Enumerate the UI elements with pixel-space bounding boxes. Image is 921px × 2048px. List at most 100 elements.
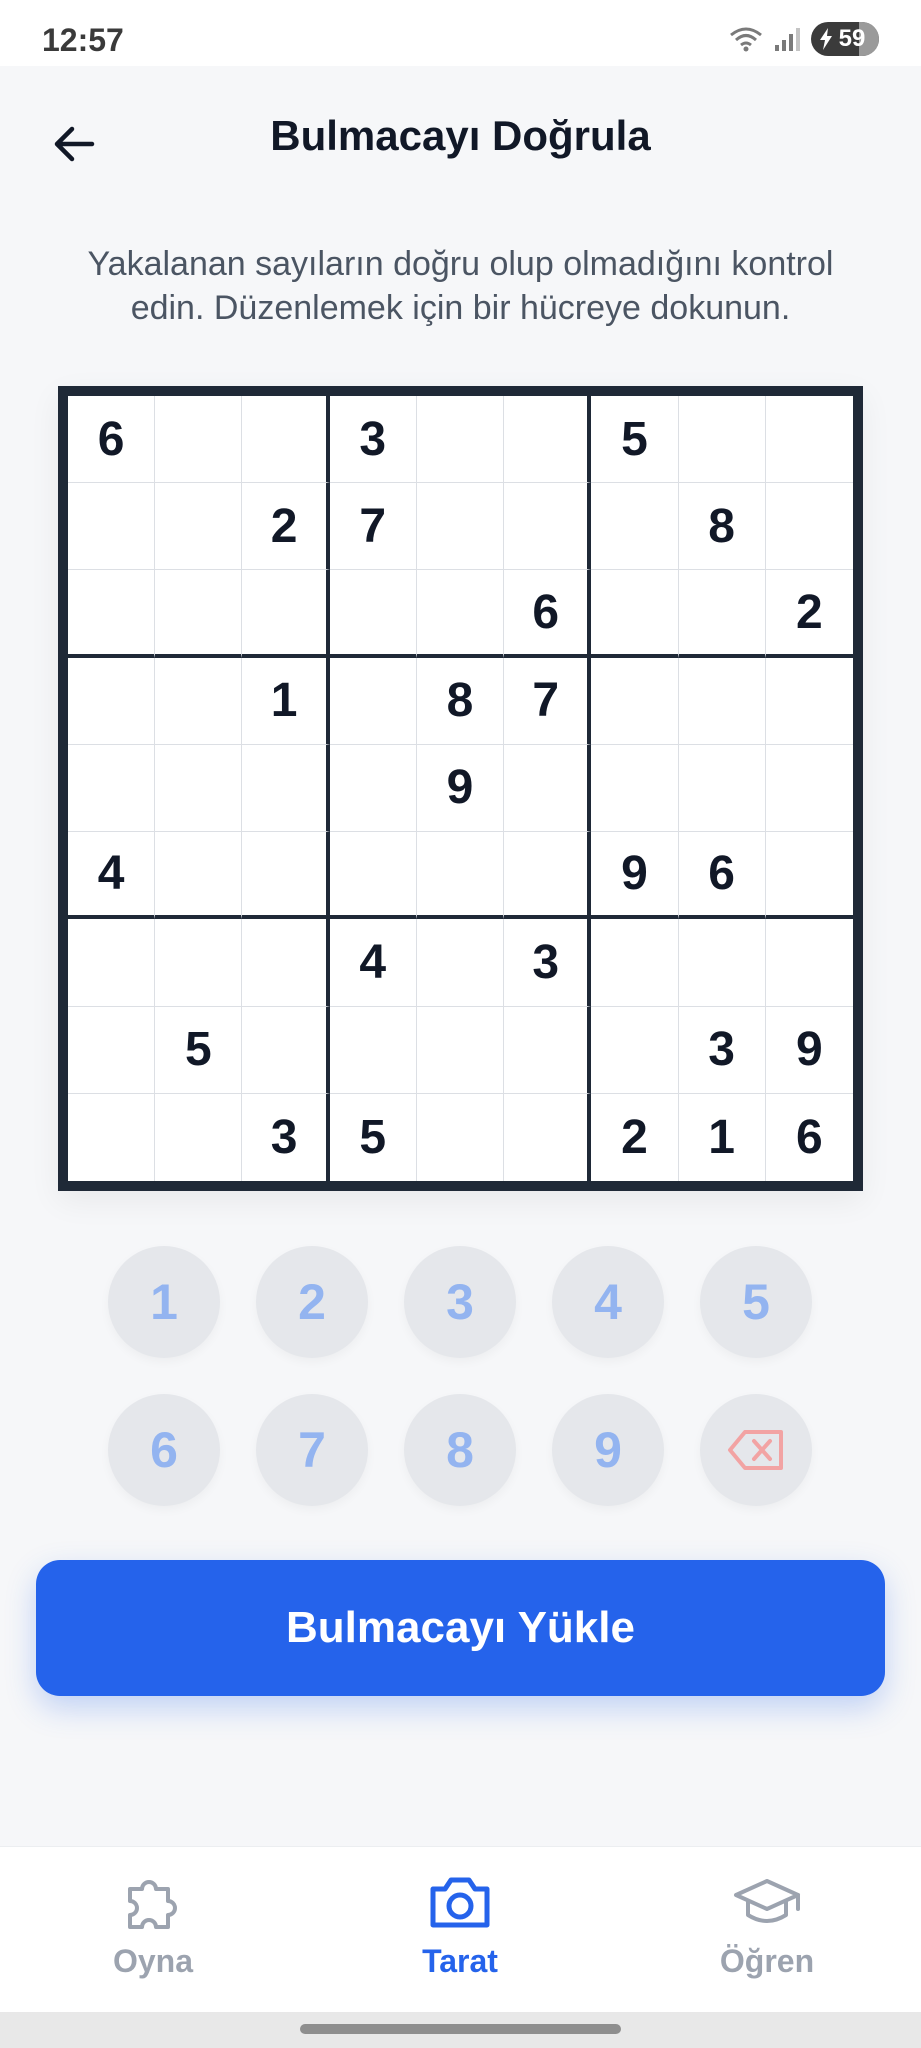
digit-key-6[interactable]: 6	[108, 1394, 220, 1506]
sudoku-cell[interactable]	[765, 483, 853, 571]
nav-label-play: Oyna	[112, 1943, 194, 1979]
sudoku-cell[interactable]	[678, 744, 766, 833]
sudoku-cell[interactable]: 3	[678, 1006, 766, 1094]
sudoku-cell[interactable]	[242, 570, 330, 658]
sudoku-cell[interactable]	[504, 483, 592, 571]
sudoku-cell[interactable]	[68, 1093, 156, 1181]
sudoku-cell[interactable]	[242, 1006, 330, 1094]
sudoku-cell[interactable]	[416, 832, 505, 920]
sudoku-cell[interactable]: 4	[329, 919, 417, 1007]
digit-key-8[interactable]: 8	[404, 1394, 516, 1506]
sudoku-cell[interactable]	[155, 832, 243, 920]
sudoku-cell[interactable]	[155, 396, 243, 484]
sudoku-cell[interactable]	[504, 832, 592, 920]
sudoku-cell[interactable]: 6	[504, 570, 592, 658]
sudoku-cell[interactable]: 3	[242, 1093, 330, 1181]
sudoku-cell[interactable]: 5	[155, 1006, 243, 1094]
sudoku-cell[interactable]	[242, 919, 330, 1007]
digit-key-4[interactable]: 4	[552, 1246, 664, 1358]
sudoku-cell[interactable]	[678, 919, 766, 1007]
sudoku-cell[interactable]	[242, 832, 330, 920]
sudoku-cell[interactable]: 5	[330, 1093, 417, 1181]
sudoku-cell[interactable]	[765, 919, 853, 1007]
sudoku-cell[interactable]	[591, 1006, 679, 1094]
sudoku-cell[interactable]	[416, 570, 505, 658]
nav-label-scan: Tarat	[422, 1943, 498, 1979]
sudoku-cell[interactable]: 4	[68, 832, 156, 920]
sudoku-cell[interactable]	[504, 396, 592, 484]
sudoku-cell[interactable]: 7	[504, 657, 592, 745]
sudoku-cell[interactable]: 1	[679, 1093, 766, 1181]
sudoku-cell[interactable]	[329, 832, 417, 920]
delete-key[interactable]	[700, 1394, 812, 1506]
sudoku-cell[interactable]	[155, 657, 243, 745]
sudoku-cell[interactable]	[416, 1006, 505, 1094]
sudoku-cell[interactable]	[155, 570, 243, 658]
sudoku-cell[interactable]	[416, 919, 505, 1007]
digit-key-7[interactable]: 7	[256, 1394, 368, 1506]
sudoku-cell[interactable]	[678, 657, 766, 745]
sudoku-cell[interactable]	[504, 1093, 592, 1181]
sudoku-cell[interactable]	[242, 396, 330, 484]
sudoku-cell[interactable]: 3	[329, 396, 417, 484]
sudoku-cell[interactable]: 8	[678, 483, 766, 571]
sudoku-cell[interactable]	[416, 396, 505, 484]
number-keypad: 12345 6789	[108, 1246, 814, 1506]
sudoku-cell[interactable]	[416, 483, 505, 571]
home-indicator[interactable]	[300, 2024, 621, 2034]
nav-item-play[interactable]: Oyna	[53, 1869, 253, 1980]
sudoku-cell[interactable]: 2	[591, 1093, 679, 1181]
nav-item-scan[interactable]: Tarat	[360, 1869, 560, 1980]
sudoku-cell[interactable]: 6	[678, 832, 766, 920]
digit-key-1[interactable]: 1	[108, 1246, 220, 1358]
sudoku-cell[interactable]	[678, 570, 766, 658]
sudoku-cell[interactable]	[242, 744, 330, 833]
sudoku-cell[interactable]	[68, 919, 156, 1007]
sudoku-cell[interactable]	[68, 744, 156, 833]
sudoku-cell[interactable]: 9	[591, 832, 679, 920]
sudoku-cell[interactable]	[591, 570, 679, 658]
sudoku-cell[interactable]	[155, 483, 243, 571]
sudoku-cell[interactable]	[155, 1093, 243, 1181]
sudoku-cell[interactable]: 5	[591, 396, 679, 484]
sudoku-cell[interactable]: 3	[504, 919, 592, 1007]
sudoku-cell[interactable]	[765, 745, 853, 833]
sudoku-cell[interactable]	[155, 919, 243, 1007]
sudoku-cell[interactable]	[765, 658, 853, 745]
sudoku-cell[interactable]	[329, 570, 417, 658]
digit-key-2[interactable]: 2	[256, 1246, 368, 1358]
sudoku-cell[interactable]	[155, 744, 243, 833]
sudoku-cell[interactable]	[329, 657, 417, 745]
sudoku-cell[interactable]	[329, 744, 417, 833]
sudoku-cell[interactable]	[504, 1006, 592, 1094]
sudoku-cell[interactable]: 2	[242, 483, 330, 571]
sudoku-cell[interactable]	[591, 657, 679, 745]
puzzle-icon	[128, 1880, 177, 1929]
sudoku-cell[interactable]	[765, 396, 853, 484]
sudoku-cell[interactable]	[591, 483, 679, 571]
sudoku-cell[interactable]: 1	[242, 657, 330, 745]
nav-item-learn[interactable]: Öğren	[667, 1869, 867, 1980]
load-puzzle-button[interactable]: Bulmacayı Yükle	[36, 1560, 885, 1696]
sudoku-cell[interactable]	[504, 744, 592, 833]
sudoku-cell[interactable]: 7	[329, 483, 417, 571]
sudoku-cell[interactable]	[417, 1093, 505, 1181]
sudoku-cell[interactable]: 2	[765, 570, 853, 658]
sudoku-cell[interactable]: 6	[766, 1094, 853, 1181]
sudoku-cell[interactable]: 8	[416, 657, 505, 745]
sudoku-cell[interactable]: 6	[68, 396, 156, 484]
sudoku-cell[interactable]	[68, 1006, 156, 1094]
sudoku-cell[interactable]	[765, 832, 853, 920]
sudoku-cell[interactable]	[678, 396, 766, 484]
sudoku-cell[interactable]	[591, 744, 679, 833]
sudoku-cell[interactable]	[591, 919, 679, 1007]
digit-key-9[interactable]: 9	[552, 1394, 664, 1506]
digit-key-5[interactable]: 5	[700, 1246, 812, 1358]
sudoku-cell[interactable]	[68, 570, 156, 658]
digit-key-3[interactable]: 3	[404, 1246, 516, 1358]
sudoku-cell[interactable]: 9	[416, 744, 505, 833]
sudoku-cell[interactable]: 9	[765, 1007, 853, 1094]
sudoku-cell[interactable]	[329, 1006, 417, 1094]
sudoku-cell[interactable]	[68, 483, 156, 571]
sudoku-cell[interactable]	[68, 657, 156, 745]
